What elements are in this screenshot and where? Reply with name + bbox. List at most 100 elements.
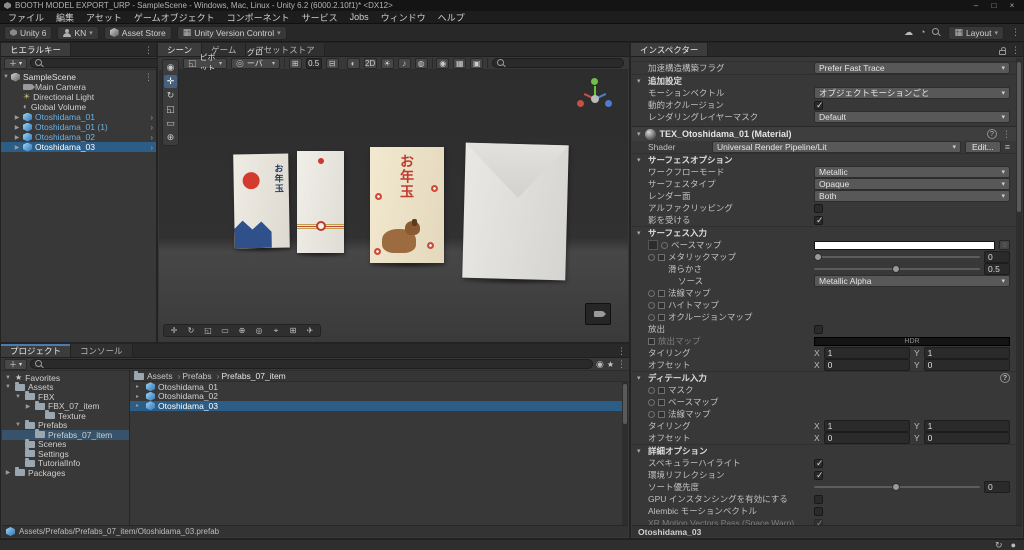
- hierarchy-menu-icon[interactable]: [144, 45, 153, 56]
- object-picker-icon[interactable]: [648, 386, 655, 394]
- transform-tool[interactable]: ⊕: [164, 131, 177, 144]
- detail-tiling-x-field[interactable]: [823, 420, 910, 432]
- menu-window[interactable]: ウィンドウ: [375, 11, 432, 24]
- tree-scenes[interactable]: Scenes: [2, 438, 129, 449]
- inspector-scrollbar[interactable]: [1016, 58, 1022, 525]
- shader-edit-button[interactable]: Edit...: [965, 141, 1001, 153]
- tree-tutorialinfo[interactable]: TutorialInfo: [2, 457, 129, 468]
- surface-type-dropdown[interactable]: Opaque: [814, 178, 1010, 190]
- scene-search-input[interactable]: [509, 58, 620, 68]
- hierarchy-item-otoshidama-01[interactable]: ▶ Otoshidama_01 ›: [1, 112, 156, 122]
- pivot-dropdown[interactable]: ◱ ピボット: [183, 53, 227, 73]
- project-add-button[interactable]: ＋ ▾: [4, 358, 28, 370]
- material-menu-icon[interactable]: [1002, 129, 1011, 140]
- hierarchy-search[interactable]: [30, 58, 163, 68]
- minimize-button[interactable]: –: [968, 1, 984, 11]
- tab-project[interactable]: プロジェクト: [1, 344, 72, 357]
- menu-edit[interactable]: 編集: [50, 11, 80, 24]
- accel-structure-dropdown[interactable]: Prefer Fast Trace: [814, 62, 1010, 74]
- overlay-rotate-icon[interactable]: ↻: [183, 325, 199, 336]
- activity-indicator-icon[interactable]: ↻: [995, 540, 1003, 550]
- texture-slot-icon[interactable]: [658, 289, 665, 297]
- open-prefab-chevron[interactable]: ›: [150, 143, 153, 152]
- surface-inputs-foldout[interactable]: サーフェス入力: [632, 226, 1016, 239]
- gizmo-y-handle[interactable]: [591, 78, 598, 85]
- open-prefab-chevron[interactable]: ›: [150, 113, 153, 122]
- receive-shadows-checkbox[interactable]: [814, 215, 824, 226]
- inspector-menu-icon[interactable]: [1011, 45, 1020, 56]
- menu-help[interactable]: ヘルプ: [432, 11, 471, 24]
- rotate-tool[interactable]: ↻: [164, 89, 177, 102]
- overlay-rect-icon[interactable]: ▭: [217, 325, 233, 336]
- base-color-field[interactable]: [814, 240, 995, 250]
- otoshidama-envelope-1[interactable]: お年玉: [233, 153, 290, 249]
- project-menu-icon[interactable]: [617, 346, 626, 357]
- environment-reflections-checkbox[interactable]: [814, 470, 824, 481]
- texture-slot-icon[interactable]: [658, 386, 665, 394]
- handle-orientation-dropdown[interactable]: ◎グローバル: [230, 48, 280, 79]
- file-otoshidama-03[interactable]: ▸ Otoshidama_03: [130, 401, 628, 411]
- object-picker-icon[interactable]: [648, 410, 655, 418]
- object-picker-icon[interactable]: [648, 253, 655, 261]
- tab-scene[interactable]: シーン: [158, 43, 203, 56]
- tab-inspector[interactable]: インスペクター: [631, 43, 709, 56]
- otoshidama-envelope-2[interactable]: [297, 151, 344, 253]
- search-by-type-icon[interactable]: ◉: [596, 359, 604, 369]
- overlay-view-icon[interactable]: ◎: [251, 325, 267, 336]
- object-picker-icon[interactable]: [648, 289, 655, 297]
- otoshidama-envelope-3[interactable]: お年玉: [370, 147, 444, 263]
- alpha-clipping-checkbox[interactable]: [814, 203, 823, 213]
- scene-lighting-toggle[interactable]: ☀: [380, 57, 394, 69]
- offset-y-field[interactable]: [923, 359, 1010, 371]
- crumb-prefabs-07-item[interactable]: Prefabs_07_item: [222, 371, 286, 381]
- account-dropdown[interactable]: KN ▾: [57, 25, 99, 40]
- overlay-move-icon[interactable]: ✛: [166, 325, 182, 336]
- move-tool[interactable]: ✛: [164, 75, 177, 88]
- specular-highlights-checkbox[interactable]: [814, 458, 824, 469]
- gizmo-x-handle[interactable]: [577, 100, 584, 107]
- open-prefab-chevron[interactable]: ›: [150, 123, 153, 132]
- hierarchy-item-otoshidama-02[interactable]: ▶ Otoshidama_02 ›: [1, 132, 156, 142]
- cloud-button[interactable]: ☁: [904, 28, 913, 37]
- tree-assets[interactable]: ▼ Assets: [2, 381, 129, 392]
- sorting-priority-slider[interactable]: [814, 483, 980, 491]
- rect-tool[interactable]: ▭: [164, 117, 177, 130]
- file-otoshidama-01[interactable]: ▸ Otoshidama_01: [130, 382, 628, 392]
- gizmo-center[interactable]: [591, 95, 599, 103]
- orientation-gizmo[interactable]: [572, 76, 618, 122]
- rendering-layer-dropdown[interactable]: Default: [814, 111, 1010, 123]
- scene-row-menu-icon[interactable]: [144, 72, 153, 83]
- menu-jobs[interactable]: Jobs: [344, 11, 375, 24]
- shading-mode-dropdown[interactable]: ◐: [346, 57, 360, 69]
- menu-gameobject[interactable]: ゲームオブジェクト: [128, 11, 221, 24]
- scene-audio-toggle[interactable]: ♪: [397, 57, 411, 69]
- asset-store-button[interactable]: Asset Store: [103, 25, 172, 40]
- search-button[interactable]: [932, 28, 941, 37]
- shader-dropdown[interactable]: Universal Render Pipeline/Lit: [712, 141, 961, 153]
- help-icon[interactable]: [987, 129, 997, 139]
- overlay-transform-icon[interactable]: ⊕: [234, 325, 250, 336]
- layout-dropdown[interactable]: ▦ Layout ▾: [948, 25, 1004, 40]
- overlay-grid-icon[interactable]: ⊞: [285, 325, 301, 336]
- hierarchy-item-otoshidama-03[interactable]: ▶ Otoshidama_03 ›: [1, 142, 156, 152]
- hierarchy-item-main-camera[interactable]: Main Camera: [1, 82, 156, 92]
- tiling-y-field[interactable]: [923, 347, 1010, 359]
- detail-tiling-y-field[interactable]: [923, 420, 1010, 432]
- overlay-target-icon[interactable]: ⌖: [268, 325, 284, 336]
- grid-visibility-dropdown[interactable]: ▦: [453, 57, 467, 69]
- tab-hierarchy[interactable]: ヒエラルキー: [1, 43, 72, 56]
- detail-inputs-foldout[interactable]: ディテール入力: [632, 371, 1016, 384]
- camera-preview-overlay[interactable]: [585, 303, 611, 325]
- project-scrollbar[interactable]: [622, 382, 628, 525]
- notifications-icon[interactable]: ●: [1011, 540, 1016, 550]
- hierarchy-add-button[interactable]: ＋ ▾: [4, 57, 28, 69]
- notifications-button[interactable]: ◔: [920, 28, 925, 37]
- texture-slot-icon[interactable]: [658, 313, 665, 321]
- otoshidama-envelope-4-back[interactable]: [462, 142, 569, 281]
- project-more-icon[interactable]: [617, 359, 626, 370]
- tree-fbx-07-item[interactable]: ▶ FBX_07_item: [2, 400, 129, 411]
- metallic-slider[interactable]: [814, 253, 980, 261]
- texture-slot-icon[interactable]: [658, 301, 665, 309]
- menu-services[interactable]: サービス: [296, 11, 344, 24]
- detail-offset-x-field[interactable]: [823, 432, 910, 444]
